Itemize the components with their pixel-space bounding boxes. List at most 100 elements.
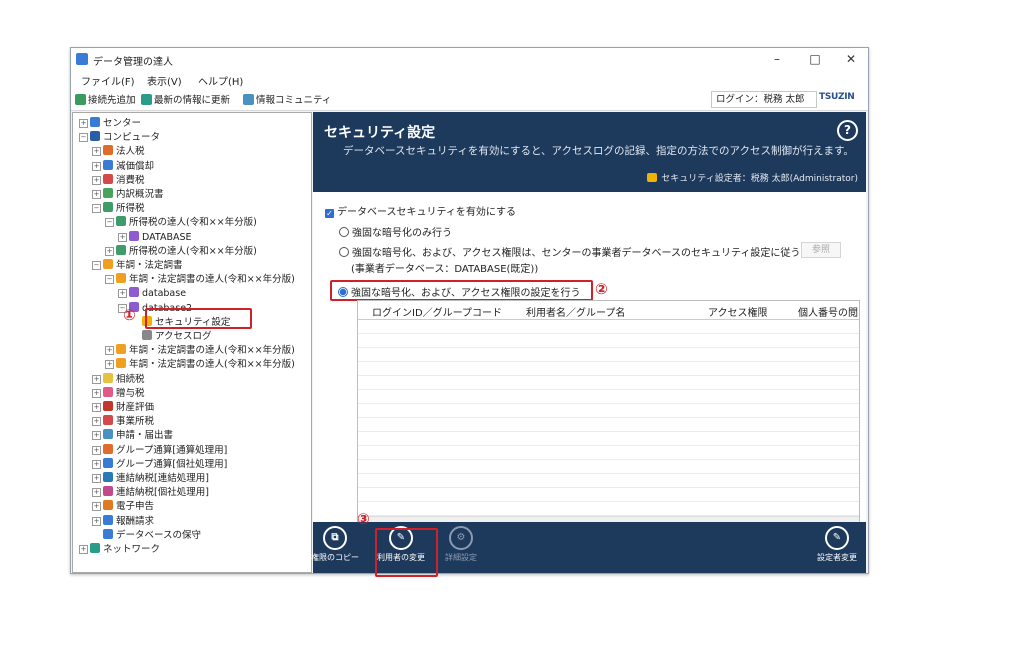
radio-off-icon — [339, 227, 349, 237]
add-connection-button[interactable]: 接続先追加 — [75, 92, 136, 106]
tree-node[interactable]: − 所得税 — [92, 202, 145, 215]
annotation-three: ③ — [357, 510, 370, 528]
option-encrypt-only[interactable]: 強固な暗号化のみ行う — [339, 224, 452, 239]
table-row[interactable] — [358, 502, 859, 516]
expand-icon[interactable]: + — [92, 147, 101, 157]
tree-node[interactable]: + ネットワーク — [79, 543, 160, 556]
option-follow-center[interactable]: 強固な暗号化、および、アクセス権限は、センターの事業者データベースのセキュリティ… — [339, 244, 800, 259]
tree-node[interactable]: + DATABASE — [118, 230, 192, 244]
expand-icon[interactable]: + — [92, 459, 101, 469]
tree-node[interactable]: データベースの保守 — [92, 528, 201, 542]
expand-icon[interactable]: + — [92, 431, 101, 441]
toolbar: 接続先追加 最新の情報に更新 情報コミュニティ ログイン：税務 太郎 TSUZI… — [71, 88, 868, 111]
expand-icon[interactable]: + — [92, 161, 101, 171]
tree-node[interactable]: + 事業所税 — [92, 415, 154, 428]
menu-help[interactable]: ヘルプ(H) — [198, 73, 243, 88]
table-row[interactable] — [358, 376, 859, 390]
expand-icon[interactable]: + — [118, 232, 127, 242]
tree-node[interactable]: + 内訳概況書 — [92, 188, 164, 201]
tree-node[interactable]: − コンピュータ — [79, 131, 160, 144]
tree-node-icon — [90, 131, 100, 142]
tree-node[interactable]: + 所得税の達人(令和××年分版) — [105, 244, 257, 258]
enable-security-checkbox[interactable]: ✓ データベースセキュリティを有効にする — [325, 203, 516, 218]
tree-node[interactable]: + 減価償却 — [92, 159, 154, 173]
column-login-id[interactable]: ログインID／グループコード — [372, 304, 502, 319]
tree-node-label: 連結納税[連結処理用] — [116, 473, 209, 484]
community-button[interactable]: 情報コミュニティ — [243, 92, 331, 106]
help-icon[interactable]: ? — [837, 120, 858, 141]
tree-node[interactable]: + グループ通算[個社処理用] — [92, 457, 227, 471]
tree-node[interactable]: + database — [118, 287, 186, 300]
tree-node-label: 所得税の達人(令和××年分版) — [129, 217, 257, 229]
expand-icon[interactable]: + — [79, 119, 88, 128]
expand-icon[interactable]: + — [92, 374, 101, 384]
tree-node[interactable]: アクセスログ — [131, 330, 212, 343]
tree-node[interactable]: + 消費税 — [92, 173, 145, 187]
tree-node[interactable]: + 申請・届出書 — [92, 429, 173, 442]
tree-node[interactable]: + 報酬請求 — [92, 514, 154, 528]
table-row[interactable] — [358, 390, 859, 404]
menu-file[interactable]: ファイル(F) — [81, 73, 135, 88]
expand-icon[interactable]: + — [92, 502, 101, 512]
minimize-button[interactable]: – — [763, 51, 791, 67]
navigation-tree: + センター − コンピュータ + 法人税 + 減価償却 + 消費税 + 内訳概況書 − 所得税 − 所得税の… — [72, 112, 312, 573]
copy-permissions-button[interactable]: ⧉ 権限のコピー — [311, 526, 359, 563]
tree-node-label: 財産評価 — [116, 402, 155, 413]
tree-node[interactable]: + 相続税 — [92, 372, 145, 386]
collapse-icon[interactable]: − — [92, 261, 101, 270]
tree-node[interactable]: + 連結納税[連結処理用] — [92, 472, 209, 485]
collapse-icon[interactable]: − — [92, 204, 101, 214]
column-personal-number[interactable]: 個人番号の閲 — [798, 304, 858, 319]
tree-node[interactable]: + センター — [79, 117, 141, 130]
table-row[interactable] — [358, 418, 859, 432]
user-permissions-table[interactable]: ログインID／グループコード 利用者名／グループ名 アクセス権限 個人番号の閲 — [357, 300, 860, 528]
tree-node[interactable]: + 連結納税[個社処理用] — [92, 486, 209, 499]
change-setter-button[interactable]: ✎ 設定者変更 — [813, 526, 861, 563]
expand-icon[interactable]: + — [92, 516, 101, 526]
table-row[interactable] — [358, 334, 859, 348]
expand-icon[interactable]: + — [92, 403, 101, 412]
expand-icon[interactable]: + — [92, 417, 101, 427]
table-row[interactable] — [358, 404, 859, 418]
collapse-icon[interactable]: − — [79, 133, 88, 143]
tree-node[interactable]: − 年調・法定調書 — [92, 259, 183, 272]
tree-node[interactable]: + 電子申告 — [92, 500, 154, 513]
table-row[interactable] — [358, 488, 859, 502]
table-row[interactable] — [358, 348, 859, 362]
tree-node[interactable]: + グループ通算[通算処理用] — [92, 443, 227, 457]
expand-icon[interactable]: + — [92, 175, 101, 185]
refresh-button[interactable]: 最新の情報に更新 — [141, 92, 230, 106]
expand-icon[interactable]: + — [105, 360, 114, 370]
expand-icon[interactable]: + — [105, 346, 114, 356]
expand-icon[interactable]: + — [118, 289, 127, 299]
expand-icon[interactable]: + — [79, 545, 88, 554]
tree-node[interactable]: − 年調・法定調書の達人(令和××年分版) — [105, 273, 295, 286]
tree-node[interactable]: + 贈与税 — [92, 386, 145, 400]
expand-icon[interactable]: + — [92, 474, 101, 483]
close-button[interactable]: ✕ — [837, 51, 865, 67]
table-row[interactable] — [358, 446, 859, 460]
expand-icon[interactable]: + — [92, 190, 101, 199]
table-row[interactable] — [358, 460, 859, 474]
column-access-permission[interactable]: アクセス権限 — [708, 304, 768, 319]
maximize-button[interactable]: □ — [801, 51, 829, 67]
table-row[interactable] — [358, 362, 859, 376]
table-header: ログインID／グループコード 利用者名／グループ名 アクセス権限 個人番号の閲 — [358, 301, 859, 320]
table-row[interactable] — [358, 320, 859, 334]
tree-node[interactable]: − 所得税の達人(令和××年分版) — [105, 216, 257, 229]
column-user-name[interactable]: 利用者名／グループ名 — [526, 304, 625, 319]
table-row[interactable] — [358, 432, 859, 446]
table-row[interactable] — [358, 474, 859, 488]
tree-node[interactable]: + 法人税 — [92, 145, 145, 158]
collapse-icon[interactable]: − — [105, 275, 114, 285]
expand-icon[interactable]: + — [105, 246, 114, 256]
expand-icon[interactable]: + — [92, 488, 101, 498]
collapse-icon[interactable]: − — [105, 218, 114, 228]
tree-node[interactable]: + 年調・法定調書の達人(令和××年分版) — [105, 344, 295, 357]
reference-button[interactable]: 参照 — [801, 242, 841, 258]
expand-icon[interactable]: + — [92, 388, 101, 398]
expand-icon[interactable]: + — [92, 445, 101, 455]
menu-view[interactable]: 表示(V) — [147, 73, 182, 88]
tree-node[interactable]: + 年調・法定調書の達人(令和××年分版) — [105, 358, 295, 371]
tree-node[interactable]: + 財産評価 — [92, 401, 154, 414]
